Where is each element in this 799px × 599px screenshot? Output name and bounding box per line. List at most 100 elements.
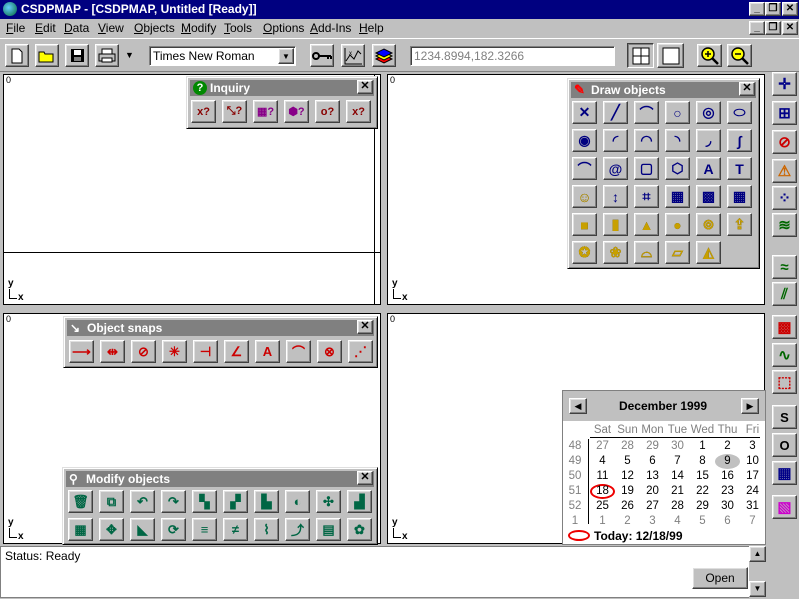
restore-button[interactable]: ❐: [765, 2, 781, 16]
coordinate-field[interactable]: 1234.8994,182.3266: [410, 46, 615, 66]
calendar-day[interactable]: 24: [740, 484, 765, 499]
modify-erase-button[interactable]: 🗑: [68, 490, 93, 513]
snap-insertion-button[interactable]: ⋰: [348, 340, 373, 363]
draw-polygon-button[interactable]: ⬡: [665, 157, 690, 180]
table-grid-button[interactable]: ▦: [772, 461, 797, 485]
draw-circle-button[interactable]: ○: [665, 101, 690, 124]
calendar-day[interactable]: 20: [640, 484, 665, 499]
draw-objects-title-bar[interactable]: ✎ Draw objects: [571, 82, 756, 98]
modify-scale-button[interactable]: ▞: [223, 490, 248, 513]
draw-objects-palette[interactable]: ✎ Draw objects ✕ ✕ ╱ ⌒ ○ ◎ ⬭ ◉ ◜ ◠ ◝ ◞ ∫ ⌒ @ ▢ ⬡ A T ☺ ↕ ⌗ ▦ ▩…: [567, 78, 760, 269]
single-view-button[interactable]: [657, 43, 684, 68]
snap-node-button[interactable]: A: [255, 340, 280, 363]
draw-arc-button[interactable]: ◜: [603, 129, 628, 152]
calendar-day[interactable]: 30: [665, 439, 690, 454]
draw-line-button[interactable]: ╱: [603, 101, 628, 124]
calendar-day[interactable]: 27: [640, 499, 665, 514]
draw-surface-button[interactable]: ⌗: [634, 185, 659, 208]
draw-point-button[interactable]: ✕: [572, 101, 597, 124]
menu-edit[interactable]: Edit: [35, 21, 56, 35]
draw-cone-button[interactable]: ▲: [634, 213, 659, 236]
menu-addins[interactable]: Add-Ins: [310, 21, 351, 35]
crosshair-grid-button[interactable]: ✛: [772, 72, 797, 96]
calendar-day[interactable]: 9: [715, 454, 740, 469]
calendar-day[interactable]: 28: [665, 499, 690, 514]
calendar-day[interactable]: 7: [665, 454, 690, 469]
draw-arc-3pt-button[interactable]: ◠: [634, 129, 659, 152]
modify-fillet-button[interactable]: ◣: [130, 518, 155, 541]
modify-move-button[interactable]: ▚: [192, 490, 217, 513]
minimize-button[interactable]: _: [749, 2, 765, 16]
layers-button[interactable]: [372, 44, 396, 67]
modify-undo-button[interactable]: ↶: [130, 490, 155, 513]
inquiry-volume-button[interactable]: ⬢?: [284, 100, 309, 123]
four-views-button[interactable]: [627, 43, 654, 68]
modify-objects-close-button[interactable]: ✕: [357, 471, 373, 485]
draw-sweep-button[interactable]: ❀: [603, 241, 628, 264]
draw-objects-close-button[interactable]: ✕: [739, 82, 755, 96]
modify-group-button[interactable]: ▟: [347, 490, 372, 513]
dotted-circle-button[interactable]: ⁘: [772, 186, 797, 210]
calendar-day[interactable]: 5: [690, 514, 715, 529]
prev-month-button[interactable]: ◀: [569, 398, 587, 414]
draw-plane-button[interactable]: ▱: [665, 241, 690, 264]
title-bar[interactable]: CSDPMAP - [CSDPMAP, Untitled [Ready]] _ …: [0, 0, 799, 19]
app-globe-icon[interactable]: [3, 2, 17, 16]
draw-cylinder-button[interactable]: ▮: [603, 213, 628, 236]
calendar-day[interactable]: 4: [590, 454, 615, 469]
snap-intersection-button[interactable]: ✳: [162, 340, 187, 363]
snap-tangent-button[interactable]: ∠: [224, 340, 249, 363]
draw-donut-button[interactable]: ◉: [572, 129, 597, 152]
draw-rectangle-button[interactable]: ▢: [634, 157, 659, 180]
draw-spiral-button[interactable]: @: [603, 157, 628, 180]
print-button[interactable]: [95, 44, 119, 67]
draw-sphere-button[interactable]: ●: [665, 213, 690, 236]
scroll-up-button[interactable]: ▲: [749, 546, 766, 562]
inquiry-angle-button[interactable]: o?: [315, 100, 340, 123]
object-snaps-close-button[interactable]: ✕: [357, 320, 373, 334]
draw-arc-center-button[interactable]: ◝: [665, 129, 690, 152]
draw-polyline-button[interactable]: ⌒: [634, 101, 659, 124]
calendar-day[interactable]: 11: [590, 469, 615, 484]
draw-grid-surface-button[interactable]: ▦: [727, 185, 752, 208]
draw-cube-button[interactable]: ■: [572, 213, 597, 236]
snap-perpendicular-button[interactable]: ⊣: [193, 340, 218, 363]
menu-help[interactable]: Help: [359, 21, 384, 35]
menu-file[interactable]: File: [6, 21, 25, 35]
calendar-day[interactable]: 14: [665, 469, 690, 484]
modify-properties-button[interactable]: ▤: [316, 518, 341, 541]
3d-view-button[interactable]: ⬚: [772, 370, 797, 394]
modify-rotate-button[interactable]: ⟳: [161, 518, 186, 541]
calendar-day[interactable]: 6: [640, 454, 665, 469]
menu-options[interactable]: Options: [263, 21, 304, 35]
grid-coordinates-button[interactable]: ⊞: [772, 101, 797, 125]
modify-match-button[interactable]: ✿: [347, 518, 372, 541]
calendar-day[interactable]: 28: [615, 439, 640, 454]
calendar-day[interactable]: 27: [590, 439, 615, 454]
o-mode-button[interactable]: O: [772, 433, 797, 457]
open-button[interactable]: Open: [692, 567, 748, 589]
calendar-day[interactable]: 21: [665, 484, 690, 499]
draw-box-button[interactable]: ▩: [696, 185, 721, 208]
snap-midpoint-button[interactable]: ⇹: [100, 340, 125, 363]
key-button[interactable]: [310, 44, 334, 67]
calendar-day[interactable]: 29: [640, 439, 665, 454]
draw-torus-button[interactable]: ⊚: [696, 213, 721, 236]
inquiry-close-button[interactable]: ✕: [357, 80, 373, 94]
inquiry-area-button[interactable]: ▦?: [253, 100, 278, 123]
inquiry-point-button[interactable]: x?: [191, 100, 216, 123]
status-scrollbar[interactable]: ▲ ▼: [749, 546, 766, 598]
modify-objects-palette[interactable]: ⚲ Modify objects ✕ 🗑 ⧉ ↶ ↷ ▚ ▞ ▙ ◐ ✣ ▟ ▦ ✥ ◣ ⟳ ≡ ≠ ⌇ ⤴ ▤ ✿: [62, 467, 378, 545]
draw-dimension-button[interactable]: T: [727, 157, 752, 180]
modify-break-button[interactable]: ⌇: [254, 518, 279, 541]
calendar-day[interactable]: 15: [690, 469, 715, 484]
calendar-day[interactable]: 23: [715, 484, 740, 499]
calendar-day[interactable]: 31: [740, 499, 765, 514]
draw-circle-tangent-button[interactable]: ◎: [696, 101, 721, 124]
draw-mesh-button[interactable]: ▦: [665, 185, 690, 208]
new-file-button[interactable]: [5, 44, 29, 67]
zoom-out-button[interactable]: [727, 44, 752, 67]
zoom-in-button[interactable]: [697, 44, 722, 67]
no-entry-button[interactable]: ⊘: [772, 130, 797, 154]
menu-modify[interactable]: Modify: [181, 21, 216, 35]
